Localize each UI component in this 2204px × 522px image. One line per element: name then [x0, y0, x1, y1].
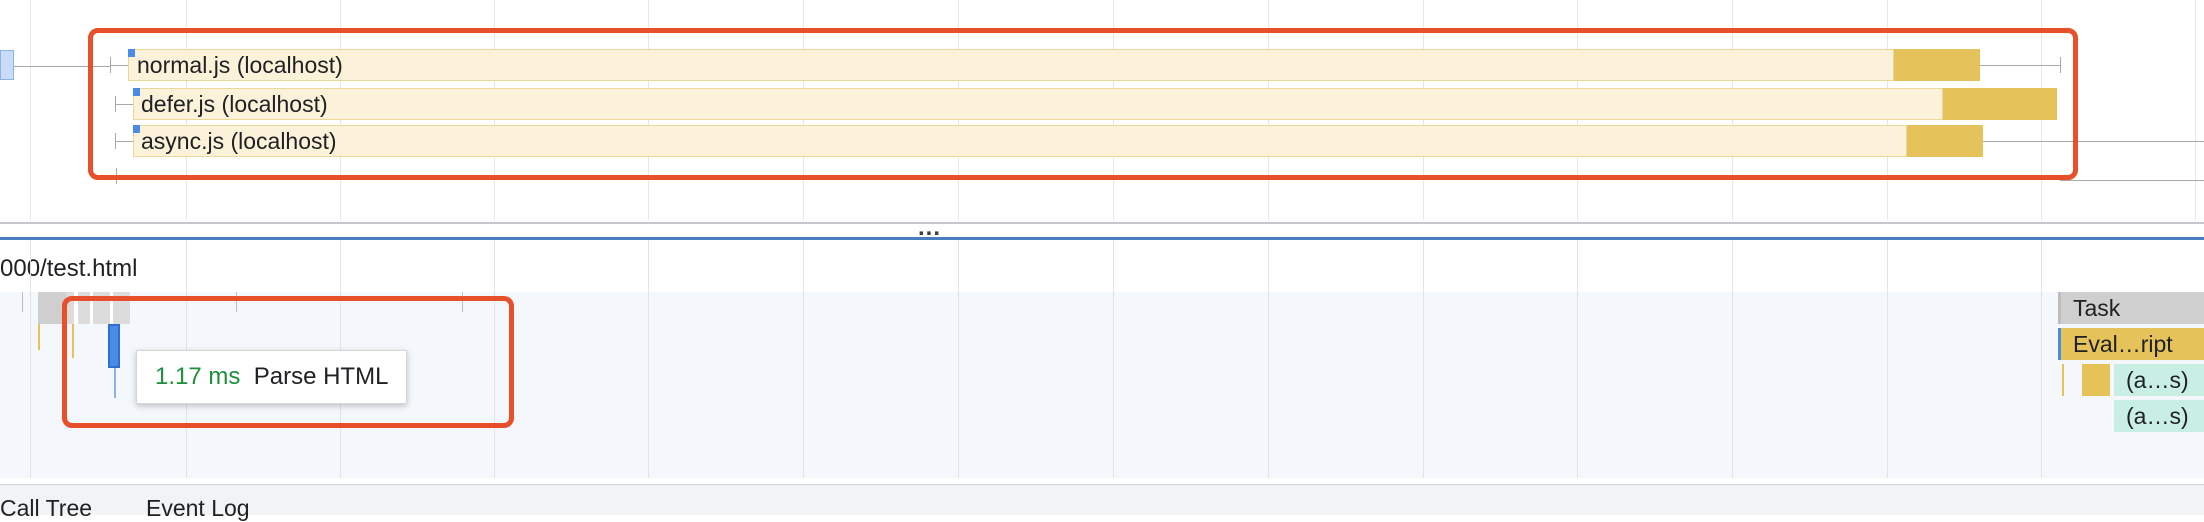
network-track: normal.js (localhost) defer.js (localhos…	[0, 0, 2204, 220]
evaluate-script-event[interactable]: Eval…ript	[2058, 328, 2204, 360]
script-event[interactable]	[2062, 364, 2064, 396]
grid-line	[958, 240, 959, 478]
panel-divider	[0, 222, 2204, 224]
highlight-box-network	[88, 28, 2078, 180]
tab-call-tree[interactable]: Call Tree	[0, 495, 92, 522]
grid-line	[1423, 240, 1424, 478]
main-track: 000/test.html 1.17 ms Parse HTML Task Ev…	[0, 240, 2204, 480]
grid-line	[30, 240, 31, 478]
grid-line	[1577, 240, 1578, 478]
grid-line	[1887, 240, 1888, 478]
track-title: 000/test.html	[0, 255, 138, 282]
grid-line	[1268, 240, 1269, 478]
grid-line	[1732, 240, 1733, 478]
script-event[interactable]	[38, 324, 40, 350]
tab-event-log[interactable]: Event Log	[146, 495, 250, 522]
grid-line	[648, 240, 649, 478]
grid-line	[1113, 240, 1114, 478]
request-whisker	[2060, 180, 2204, 181]
anonymous-function-event[interactable]: (a…s)	[2114, 364, 2204, 396]
highlight-box-tooltip	[62, 296, 514, 428]
bottom-tab-bar: Call Tree Event Log	[0, 484, 2204, 521]
grid-line	[803, 240, 804, 478]
script-event[interactable]	[2082, 364, 2110, 396]
task-event-right[interactable]: Task	[2058, 292, 2204, 324]
grid-line	[2041, 240, 2042, 478]
anonymous-function-event[interactable]: (a…s)	[2114, 400, 2204, 432]
event-tick	[22, 292, 23, 312]
